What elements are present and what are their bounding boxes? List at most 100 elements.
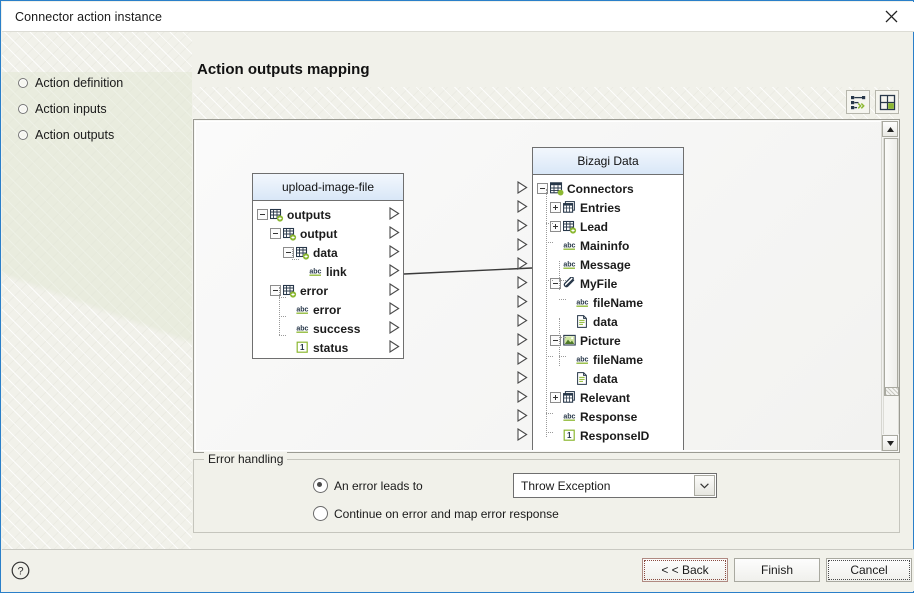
tree-row[interactable]: Entries [517,198,683,217]
tree-expander-outputs[interactable] [257,209,268,220]
chevron-down-icon [700,482,709,489]
tree-row[interactable]: MyFile [517,274,683,293]
table-icon [295,246,310,260]
back-button[interactable]: < < Back [642,558,728,582]
layout-icon [879,94,895,110]
map-port[interactable] [517,200,528,213]
tree-row[interactable]: abc link [253,262,403,281]
tree-row[interactable]: 1 status [253,338,403,357]
collection-icon [563,200,575,213]
map-port[interactable] [389,226,400,239]
error-action-dropdown[interactable]: Throw Exception [513,473,717,498]
svg-text:1: 1 [567,431,572,440]
map-port[interactable] [517,390,528,403]
dropdown-arrow-button[interactable] [694,475,715,496]
abc-icon: abc [576,299,589,307]
page-title: Action outputs mapping [197,61,370,78]
tree-row[interactable]: data [517,369,683,388]
link-line-link-to-message [403,267,533,275]
tree-row-label: success [313,321,361,336]
radio-icon[interactable] [313,506,328,521]
tree-row[interactable]: abc fileName [517,350,683,369]
map-port[interactable] [389,302,400,315]
map-port[interactable] [517,314,528,327]
tree-row[interactable]: abc fileName [517,293,683,312]
tree-row-label: fileName [593,295,644,310]
scroll-up-button[interactable] [882,121,898,137]
target-tree-box[interactable]: Bizagi Data Connectors Entries Lead abc … [517,147,684,450]
map-port[interactable] [517,409,528,422]
number-icon: 1 [296,341,310,355]
tree-row[interactable]: abc Message [517,255,683,274]
tree-row[interactable]: error [253,281,403,300]
help-button[interactable]: ? [8,558,33,583]
map-port[interactable] [517,333,528,346]
map-port[interactable] [389,245,400,258]
canvas-vertical-scrollbar[interactable] [881,121,899,451]
tree-row[interactable]: abc error [253,300,403,319]
layout-button[interactable] [875,90,899,114]
map-port[interactable] [389,264,400,277]
tree-row[interactable]: output [253,224,403,243]
abc-icon: abc [576,353,590,367]
paperclip-icon [563,275,577,291]
map-port[interactable] [517,219,528,232]
tree-row[interactable]: data [517,312,683,331]
map-port[interactable] [517,238,528,251]
tree-row[interactable]: Picture [517,331,683,350]
radio-an-error-leads-to[interactable]: An error leads to [313,478,423,493]
tree-expander-output[interactable] [270,228,281,239]
map-port[interactable] [517,428,528,441]
abc-icon: abc [563,410,577,424]
close-button[interactable] [868,2,914,31]
map-port[interactable] [389,321,400,334]
sidebar-item-action-outputs[interactable]: Action outputs [18,128,114,142]
mapping-toolbar [193,87,900,119]
mapping-canvas[interactable]: upload-image-file outputs output data ab… [193,119,900,453]
map-port[interactable] [389,207,400,220]
scrollbar-track[interactable] [883,138,899,434]
radio-label: An error leads to [334,478,423,493]
document-icon [577,371,587,385]
tree-expander-entries[interactable] [550,202,561,213]
map-port[interactable] [389,283,400,296]
cancel-button[interactable]: Cancel [826,558,912,582]
tree-row-label: outputs [287,207,331,222]
source-tree-box[interactable]: upload-image-file outputs output data ab… [252,173,404,359]
scroll-down-button[interactable] [882,435,898,451]
map-port[interactable] [517,352,528,365]
svg-text:abc: abc [563,261,575,268]
tree-guide [559,337,566,338]
tree-row-label: Maininfo [580,238,630,253]
wizard-steps-sidebar: Action definition Action inputs Action o… [2,32,192,552]
tree-row[interactable]: outputs [253,205,403,224]
tree-row[interactable]: data [253,243,403,262]
tree-guide [292,259,299,260]
tree-row-label: data [593,314,618,329]
scrollbar-thumb[interactable] [884,138,899,396]
sidebar-item-action-inputs[interactable]: Action inputs [18,102,107,116]
tree-row[interactable]: 1 ResponseID [517,426,683,445]
table-icon [282,284,297,298]
tree-expander-relevant[interactable] [550,392,561,403]
error-handling-legend: Error handling [204,452,288,466]
map-port[interactable] [517,257,528,270]
tree-row[interactable]: Lead [517,217,683,236]
radio-icon[interactable] [313,478,328,493]
close-icon [885,10,897,23]
sidebar-item-action-definition[interactable]: Action definition [18,76,123,90]
tree-row[interactable]: abc success [253,319,403,338]
radio-continue-on-error[interactable]: Continue on error and map error response [313,506,559,521]
finish-button[interactable]: Finish [734,558,820,582]
map-port[interactable] [517,295,528,308]
tree-row[interactable]: Connectors [517,179,683,198]
map-port[interactable] [517,181,528,194]
auto-map-button[interactable] [846,90,870,114]
tree-row[interactable]: Relevant [517,388,683,407]
map-port[interactable] [517,276,528,289]
tree-row[interactable]: abc Maininfo [517,236,683,255]
tree-row[interactable]: abc Response [517,407,683,426]
map-port[interactable] [389,340,400,353]
map-port[interactable] [517,371,528,384]
mapping-canvas-surface[interactable]: upload-image-file outputs output data ab… [195,121,898,451]
